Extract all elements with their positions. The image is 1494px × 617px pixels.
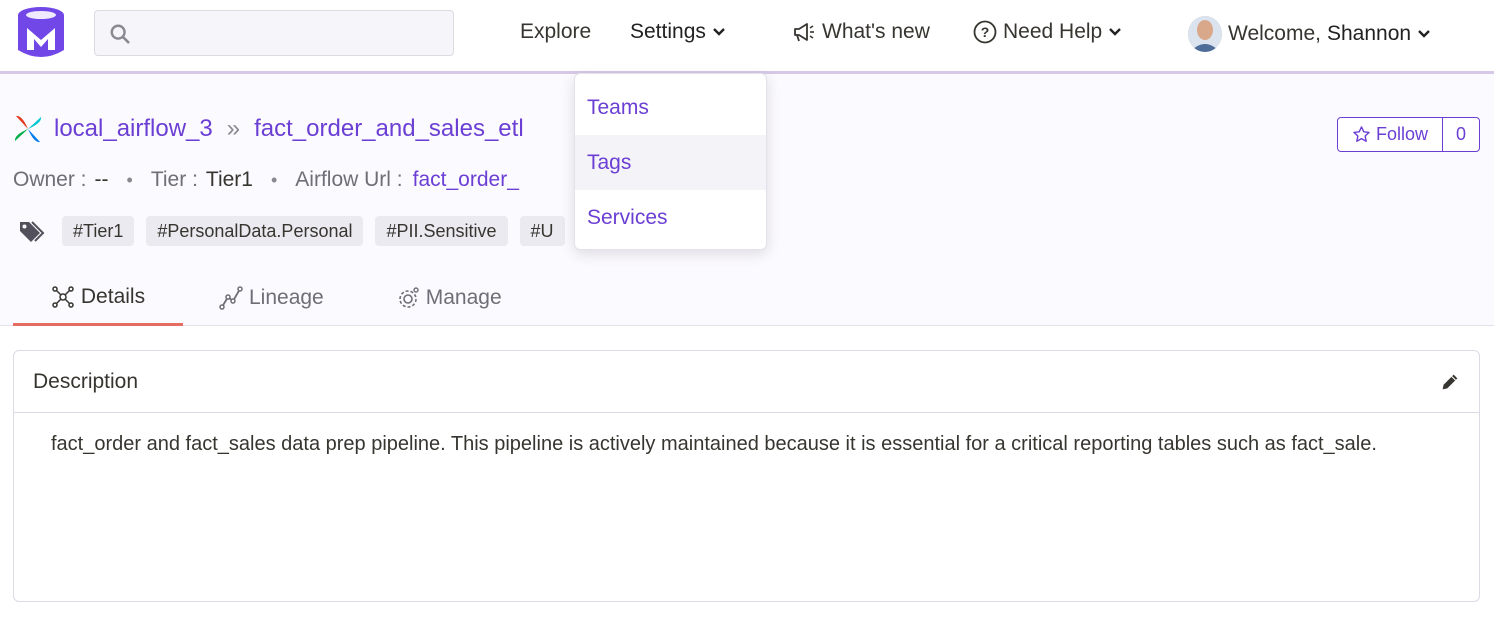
airflow-url-label: Airflow Url : <box>295 168 403 191</box>
description-card-header: Description <box>14 351 1479 413</box>
breadcrumb: local_airflow_3 » fact_order_and_sales_e… <box>12 113 524 145</box>
tags-icon <box>20 221 45 242</box>
owner-value: -- <box>94 168 109 191</box>
nav-explore[interactable]: Explore <box>520 20 591 44</box>
settings-dropdown-menu: Teams Tags Services <box>574 73 767 250</box>
nav-settings[interactable]: Settings <box>630 20 726 44</box>
settings-menu-item-teams[interactable]: Teams <box>575 80 766 135</box>
tab-details[interactable]: Details <box>13 270 183 326</box>
tag-chip[interactable]: #PII.Sensitive <box>375 216 508 246</box>
nav-need-help[interactable]: ? Need Help <box>973 20 1122 44</box>
lineage-icon <box>219 286 243 310</box>
tab-details-label: Details <box>80 284 146 308</box>
search-input[interactable] <box>94 10 454 56</box>
chevron-down-icon <box>1418 30 1430 38</box>
separator-dot: • <box>270 169 278 190</box>
breadcrumb-pipeline-link[interactable]: fact_order_and_sales_etl <box>254 115 524 143</box>
entity-tabs: Details Lineage Manage <box>13 270 538 326</box>
follow-label: Follow <box>1375 124 1428 144</box>
user-menu[interactable]: Welcome, Shannon <box>1188 16 1431 52</box>
tag-list: #Tier1 #PersonalData.Personal #PII.Sensi… <box>18 216 565 246</box>
star-icon <box>1353 126 1370 142</box>
search-icon <box>110 24 130 44</box>
separator-dot: • <box>126 169 133 190</box>
tab-lineage-label: Lineage <box>249 286 324 309</box>
breadcrumb-service-link[interactable]: local_airflow_3 <box>54 115 213 143</box>
follow-button[interactable]: Follow 0 <box>1337 117 1480 152</box>
nav-need-help-label: Need Help <box>1003 20 1103 43</box>
owner-label: Owner : <box>13 168 87 191</box>
description-card: Description fact_order and fact_sales da… <box>13 350 1480 602</box>
tier-label: Tier : <box>150 168 198 191</box>
airflow-url-link[interactable]: fact_order_ <box>413 168 519 192</box>
nav-settings-label: Settings <box>630 20 706 43</box>
chevron-down-icon <box>713 28 725 36</box>
svg-text:?: ? <box>981 24 990 40</box>
nav-explore-label: Explore <box>520 20 592 43</box>
tier-value: Tier1 <box>205 168 253 191</box>
tab-manage-label: Manage <box>425 286 502 309</box>
openmetadata-logo[interactable] <box>17 6 65 60</box>
chevron-double-right-icon: » <box>226 115 241 142</box>
settings-menu-item-services[interactable]: Services <box>575 190 766 245</box>
help-circle-icon: ? <box>973 20 997 44</box>
nodes-icon <box>52 285 74 308</box>
entity-meta: Owner : -- • Tier : Tier1 • Airflow Url … <box>13 168 519 192</box>
tag-chip[interactable]: #Tier1 <box>62 216 135 246</box>
user-name: Shannon <box>1326 22 1412 45</box>
follow-toggle[interactable]: Follow <box>1338 118 1443 151</box>
nav-whats-new[interactable]: What's new <box>792 20 930 44</box>
welcome-label: Welcome, <box>1228 22 1321 45</box>
follower-count: 0 <box>1455 124 1466 144</box>
tab-manage[interactable]: Manage <box>360 270 538 326</box>
description-title: Description <box>33 369 139 393</box>
tag-chip[interactable]: #U <box>519 216 565 246</box>
nav-whats-new-label: What's new <box>822 20 930 43</box>
tab-lineage[interactable]: Lineage <box>183 270 360 326</box>
chevron-down-icon <box>1109 28 1122 36</box>
avatar <box>1188 16 1222 52</box>
megaphone-icon <box>794 23 814 42</box>
tag-chip[interactable]: #PersonalData.Personal <box>146 216 364 246</box>
pencil-icon[interactable] <box>1439 371 1461 393</box>
settings-menu-item-tags[interactable]: Tags <box>575 135 766 190</box>
gear-icon <box>398 287 419 308</box>
top-navbar: Explore Settings What's new ? Need Help … <box>0 0 1494 74</box>
airflow-icon <box>14 115 42 143</box>
description-text: fact_order and fact_sales data prep pipe… <box>51 433 1377 455</box>
